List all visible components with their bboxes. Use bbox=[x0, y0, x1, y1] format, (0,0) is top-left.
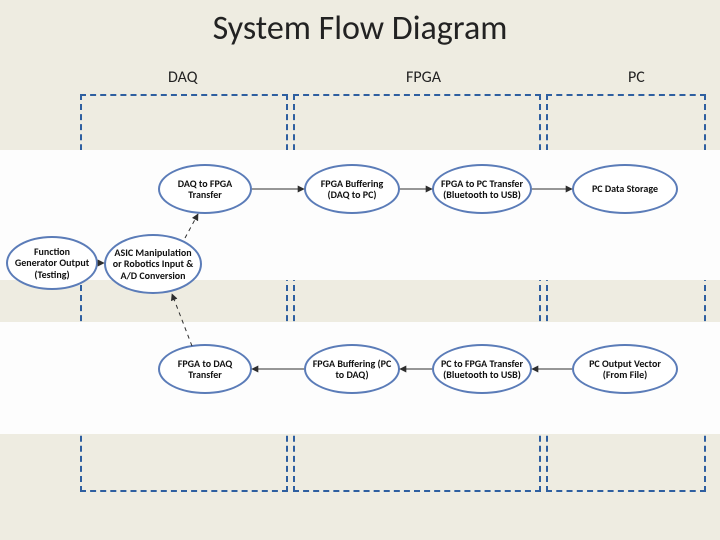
node-buf-daq-pc: FPGA Buffering (DAQ to PC) bbox=[304, 164, 400, 214]
group-label-daq: DAQ bbox=[168, 68, 197, 87]
node-fpga-to-daq: FPGA to DAQ Transfer bbox=[158, 344, 252, 394]
node-fpga-to-pc: FPGA to PC Transfer (Bluetooth to USB) bbox=[432, 164, 532, 214]
node-pc-output: PC Output Vector (From File) bbox=[572, 344, 678, 394]
node-func-gen: Function Generator Output (Testing) bbox=[6, 236, 98, 290]
node-daq-to-fpga: DAQ to FPGA Transfer bbox=[158, 164, 252, 214]
node-pc-storage: PC Data Storage bbox=[572, 164, 678, 214]
node-buf-pc-daq: FPGA Buffering (PC to DAQ) bbox=[304, 344, 400, 394]
group-label-pc: PC bbox=[628, 68, 645, 87]
page-title: System Flow Diagram bbox=[0, 8, 720, 49]
group-label-fpga: FPGA bbox=[406, 68, 441, 87]
slide: System Flow Diagram DAQ FPGA PC Function… bbox=[0, 0, 720, 540]
node-asic: ASIC Manipulation or Robotics Input & A/… bbox=[104, 234, 202, 294]
node-pc-to-fpga: PC to FPGA Transfer (Bluetooth to USB) bbox=[432, 344, 532, 394]
